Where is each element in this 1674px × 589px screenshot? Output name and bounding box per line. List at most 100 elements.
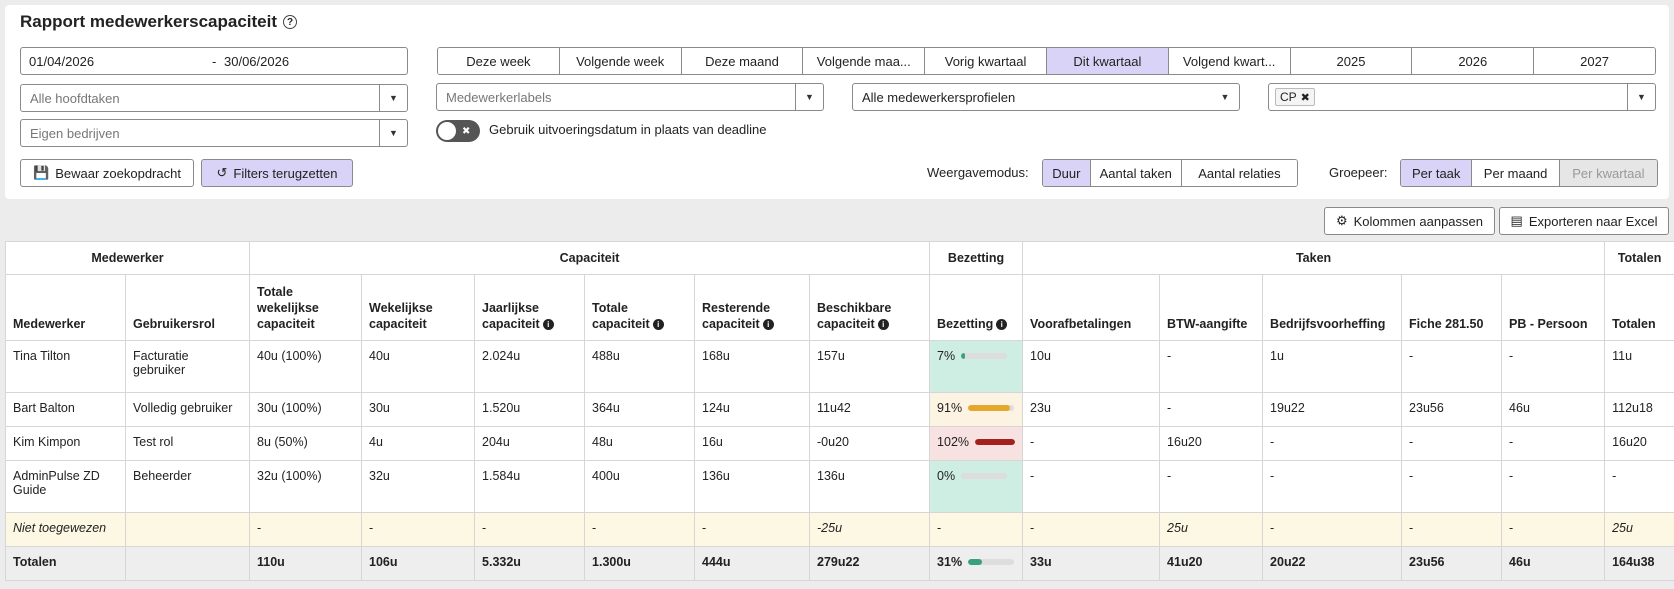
- employee-labels-select[interactable]: Medewerkerlabels ▼: [436, 83, 824, 111]
- table-cell: [124, 512, 251, 547]
- table-cell: 91%: [929, 392, 1024, 427]
- group-header-0: Medewerker: [4, 241, 251, 275]
- table-cell: Totalen: [5, 546, 126, 581]
- column-header-3[interactable]: Wekelijkse capaciteit: [361, 274, 476, 341]
- table-cell: 106u: [361, 546, 476, 581]
- display-mode-option-1[interactable]: Aantal taken: [1090, 160, 1182, 186]
- main-tasks-select[interactable]: Alle hoofdtaken ▼: [20, 84, 408, 112]
- occupancy-bar-fill: [975, 439, 1016, 445]
- table-cell: 20u22: [1262, 546, 1403, 581]
- chevron-down-icon[interactable]: ▼: [379, 120, 407, 146]
- table-cell: 40u (100%): [249, 340, 363, 393]
- help-icon[interactable]: ?: [283, 15, 297, 29]
- execution-date-toggle[interactable]: ✖: [436, 120, 480, 142]
- table-row[interactable]: Bart Balton Volledig gebruiker 30u (100%) 3…: [5, 392, 1674, 427]
- occupancy-bar: [961, 353, 1008, 359]
- period-option-7[interactable]: 2025: [1290, 48, 1413, 74]
- chevron-down-icon[interactable]: ▼: [795, 84, 823, 110]
- table-cell: 0%: [929, 460, 1024, 513]
- table-cell: -: [1401, 340, 1503, 393]
- date-range-input[interactable]: 01/04/2026 - 30/06/2026: [20, 47, 408, 75]
- date-separator: -: [212, 54, 217, 69]
- table-body: Tina Tilton Facturatie gebruiker 40u (100%…: [5, 340, 1674, 581]
- date-from: 01/04/2026: [29, 54, 95, 69]
- column-header-11[interactable]: Bedrijfsvoorheffing: [1262, 274, 1403, 341]
- table-cell: 23u: [1022, 392, 1161, 427]
- column-header-1[interactable]: Gebruikersrol: [124, 274, 251, 341]
- table-row[interactable]: Kim Kimpon Test rol 8u (50%) 4u 204u 48u 16u -0…: [5, 426, 1674, 461]
- group-option-1[interactable]: Per maand: [1472, 160, 1560, 186]
- toggle-knob: [438, 122, 456, 140]
- period-option-8[interactable]: 2026: [1412, 48, 1535, 74]
- table-cell: -: [1262, 460, 1403, 513]
- info-icon[interactable]: i: [877, 319, 889, 331]
- table-cell: 32u: [361, 460, 476, 513]
- occupancy-bar: [968, 405, 1015, 411]
- export-excel-button[interactable]: ▤ Exporteren naar Excel: [1499, 207, 1669, 235]
- column-header-2[interactable]: Totale wekelijkse capaciteit: [249, 274, 363, 341]
- chevron-down-icon[interactable]: ▼: [1627, 84, 1655, 110]
- info-icon[interactable]: i: [996, 319, 1008, 331]
- column-header-12[interactable]: Fiche 281.50: [1401, 274, 1503, 341]
- table-cell: 279u22: [809, 546, 931, 581]
- table-cell: 112u18: [1604, 392, 1674, 427]
- display-mode-option-0[interactable]: Duur: [1043, 160, 1091, 186]
- period-option-4[interactable]: Vorig kwartaal: [925, 48, 1047, 74]
- column-header-9[interactable]: Voorafbetalingen: [1022, 274, 1161, 341]
- column-header-6[interactable]: Resterende capaciteit i: [694, 274, 811, 341]
- reset-filters-button[interactable]: ↺ Filters terugzetten: [201, 159, 353, 187]
- info-icon[interactable]: i: [652, 319, 664, 331]
- period-selector: Deze week Volgende week Deze maand Volgende…: [437, 47, 1656, 75]
- column-header-4[interactable]: Jaarlijkse capaciteit i: [474, 274, 586, 341]
- table-cell: 136u: [694, 460, 811, 513]
- table-cell: 19u22: [1262, 392, 1403, 427]
- occupancy-indicator: 7%: [937, 349, 1015, 363]
- column-header-14[interactable]: Totalen: [1604, 274, 1674, 341]
- own-companies-select[interactable]: Eigen bedrijven ▼: [20, 119, 408, 147]
- period-option-1[interactable]: Volgende week: [559, 48, 682, 74]
- table-cell: 157u: [809, 340, 931, 393]
- occupancy-bar: [975, 439, 1016, 445]
- info-icon[interactable]: i: [762, 319, 774, 331]
- table-cell: 48u: [584, 426, 696, 461]
- table-cell: -: [1022, 426, 1161, 461]
- table-cell: -: [474, 512, 586, 547]
- period-option-2[interactable]: Deze maand: [681, 48, 804, 74]
- period-option-5[interactable]: Dit kwartaal: [1046, 48, 1169, 74]
- employee-profiles-select[interactable]: Alle medewerkersprofielen ▼: [852, 83, 1240, 111]
- occupancy-bar-fill: [961, 353, 965, 359]
- table-cell: 364u: [584, 392, 696, 427]
- group-option-0[interactable]: Per taak: [1401, 160, 1473, 186]
- table-row[interactable]: Tina Tilton Facturatie gebruiker 40u (100%…: [5, 340, 1674, 393]
- period-option-6[interactable]: Volgend kwart...: [1168, 48, 1291, 74]
- column-header-0[interactable]: Medewerker: [5, 274, 126, 341]
- chevron-down-icon[interactable]: ▼: [1211, 84, 1239, 110]
- table-cell: 40u: [361, 340, 476, 393]
- customize-columns-button[interactable]: ⚙ Kolommen aanpassen: [1324, 207, 1495, 235]
- table-row[interactable]: AdminPulse ZD Guide Beheerder 32u (100%) 32…: [5, 460, 1674, 513]
- table-cell: -: [1262, 512, 1403, 547]
- period-option-0[interactable]: Deze week: [438, 48, 560, 74]
- tag-select[interactable]: CP ✖ ▼: [1268, 83, 1656, 111]
- group-header-4: Totalen: [1604, 241, 1674, 275]
- column-header-7[interactable]: Beschikbare capaciteit i: [809, 274, 931, 341]
- occupancy-indicator: 0%: [937, 469, 1015, 483]
- info-icon[interactable]: i: [542, 319, 554, 331]
- table-cell: 11u: [1604, 340, 1674, 393]
- display-mode-option-2[interactable]: Aantal relaties: [1181, 160, 1297, 186]
- capacity-table: Medewerker Capaciteit Bezetting Taken Totale…: [4, 241, 1674, 581]
- column-header-5[interactable]: Totale capaciteit i: [584, 274, 696, 341]
- table-cell: Test rol: [124, 426, 251, 461]
- remove-tag-icon[interactable]: ✖: [1301, 91, 1310, 104]
- save-search-button[interactable]: 💾 Bewaar zoekopdracht: [20, 159, 194, 187]
- chevron-down-icon[interactable]: ▼: [379, 85, 407, 111]
- table-cell: 16u: [694, 426, 811, 461]
- period-option-9[interactable]: 2027: [1534, 48, 1655, 74]
- column-header-10[interactable]: BTW-aangifte: [1159, 274, 1264, 341]
- table-cell: 32u (100%): [249, 460, 363, 513]
- table-cell: 30u (100%): [249, 392, 363, 427]
- table-row-totals: Totalen 110u 106u 5.332u 1.300u 444u 279u22 31%…: [5, 546, 1674, 581]
- column-header-13[interactable]: PB - Persoon: [1501, 274, 1606, 341]
- column-header-8[interactable]: Bezetting i: [929, 274, 1024, 341]
- period-option-3[interactable]: Volgende maa...: [803, 48, 926, 74]
